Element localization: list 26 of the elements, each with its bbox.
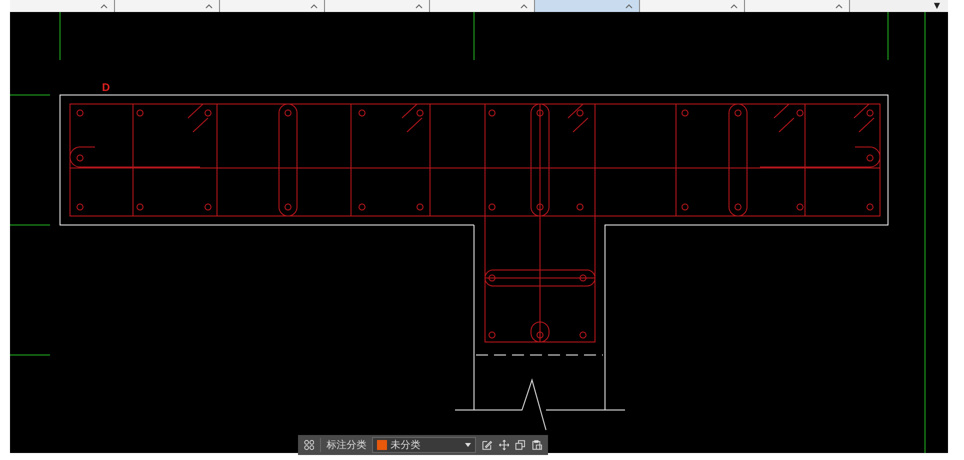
- annotation-category-label: 标注分类: [320, 438, 366, 452]
- copy-icon[interactable]: [515, 439, 526, 451]
- drawing-tab[interactable]: [640, 0, 745, 12]
- drawing-tab[interactable]: [535, 0, 640, 12]
- drawing-tab[interactable]: [430, 0, 535, 12]
- caret-icon: [625, 4, 633, 8]
- drawing-tab[interactable]: [745, 0, 850, 12]
- edit-icon[interactable]: [482, 439, 493, 451]
- caret-icon: [835, 4, 843, 8]
- dropdown-arrow-icon: [465, 443, 472, 447]
- tab-list-dropdown[interactable]: ▼: [850, 0, 948, 12]
- move-icon[interactable]: [498, 439, 510, 451]
- caret-icon: [415, 4, 423, 8]
- drawing-tab[interactable]: [325, 0, 430, 12]
- caret-icon: [310, 4, 318, 8]
- grid-icon[interactable]: [304, 439, 314, 451]
- caret-icon: [730, 4, 738, 8]
- caret-icon: [205, 4, 213, 8]
- caret-icon: [520, 4, 528, 8]
- caret-icon: [100, 4, 108, 8]
- category-select[interactable]: 未分类: [372, 437, 476, 453]
- drawing-tab[interactable]: [10, 0, 115, 12]
- drawing-tab[interactable]: [115, 0, 220, 12]
- paste-icon[interactable]: [532, 439, 542, 451]
- axis-label: D: [102, 82, 110, 94]
- drawing-tab[interactable]: [220, 0, 325, 12]
